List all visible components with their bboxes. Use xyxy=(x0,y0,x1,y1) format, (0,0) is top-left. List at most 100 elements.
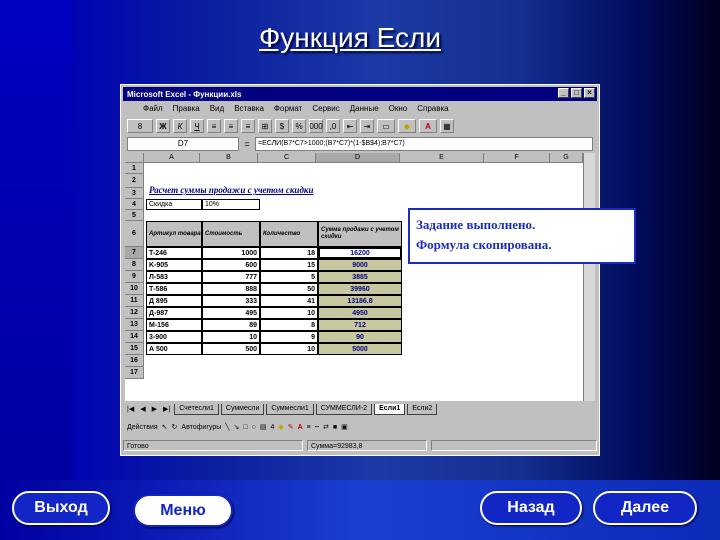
rectangle-icon[interactable]: □ xyxy=(243,424,247,431)
outdent-icon[interactable]: ⇥ xyxy=(360,119,374,133)
next-button[interactable]: Далее xyxy=(593,491,697,525)
font-color-icon[interactable]: A xyxy=(419,119,437,133)
col-header-a[interactable]: A xyxy=(144,153,200,163)
fill-color-icon[interactable]: ◆ xyxy=(398,119,416,133)
arrow-style-icon[interactable]: ⇄ xyxy=(323,423,329,431)
col-header-f[interactable]: F xyxy=(484,153,550,163)
textbox-icon[interactable]: ▤ xyxy=(260,423,267,431)
row-header-8[interactable]: 8 xyxy=(125,259,144,271)
table-row-5-article[interactable]: Д 895 xyxy=(146,295,202,307)
row-header-4[interactable]: 4 xyxy=(125,199,144,210)
arrow-icon[interactable]: ↘ xyxy=(233,423,239,431)
menu-help[interactable]: Справка xyxy=(417,104,448,113)
table-row-3-price[interactable]: 777 xyxy=(202,271,260,283)
col-header-b[interactable]: B xyxy=(200,153,258,163)
col-header-d[interactable]: D xyxy=(316,153,400,163)
header-quantity[interactable]: Количество xyxy=(260,221,318,247)
table-row-2-qty[interactable]: 15 xyxy=(260,259,318,271)
table-row-9-price[interactable]: 500 xyxy=(202,343,260,355)
table-row-4-sum[interactable]: 39960 xyxy=(318,283,402,295)
tab-next-icon[interactable]: ▶ xyxy=(150,405,159,413)
menu-data[interactable]: Данные xyxy=(350,104,379,113)
row-header-1[interactable]: 1 xyxy=(125,163,144,174)
row-header-15[interactable]: 15 xyxy=(125,343,144,355)
row-header-6[interactable]: 6 xyxy=(125,221,144,247)
menu-button[interactable]: Меню xyxy=(133,494,233,527)
table-row-6-price[interactable]: 495 xyxy=(202,307,260,319)
line-color-icon[interactable]: ✎ xyxy=(288,423,294,431)
row-header-7[interactable]: 7 xyxy=(125,247,144,259)
table-row-7-price[interactable]: 89 xyxy=(202,319,260,331)
vertical-scrollbar[interactable] xyxy=(583,153,595,401)
discount-label-cell[interactable]: Скидка xyxy=(146,199,202,210)
table-row-1-qty[interactable]: 18 xyxy=(260,247,318,259)
menu-edit[interactable]: Правка xyxy=(173,104,200,113)
wordart-icon[interactable]: 4 xyxy=(270,424,274,431)
align-center-icon[interactable]: ≡ xyxy=(224,119,238,133)
oval-icon[interactable]: ○ xyxy=(252,424,256,431)
table-row-2-sum[interactable]: 9000 xyxy=(318,259,402,271)
row-header-12[interactable]: 12 xyxy=(125,307,144,319)
underline-button[interactable]: Ч xyxy=(190,119,204,133)
row-header-3[interactable]: 3 xyxy=(125,188,144,199)
table-row-3-qty[interactable]: 5 xyxy=(260,271,318,283)
table-row-7-sum[interactable]: 712 xyxy=(318,319,402,331)
tab-summesli1[interactable]: Суммесли1 xyxy=(266,403,314,415)
table-row-9-article[interactable]: А 500 xyxy=(146,343,202,355)
line-icon[interactable]: ╲ xyxy=(225,423,229,431)
row-header-14[interactable]: 14 xyxy=(125,331,144,343)
table-row-5-sum[interactable]: 13186.8 xyxy=(318,295,402,307)
back-button[interactable]: Назад xyxy=(480,491,582,525)
currency-icon[interactable]: $ xyxy=(275,119,289,133)
rotate-icon[interactable]: ↻ xyxy=(172,423,178,431)
minimize-icon[interactable]: _ xyxy=(558,88,569,98)
table-row-4-qty[interactable]: 50 xyxy=(260,283,318,295)
header-price[interactable]: Стоимость xyxy=(202,221,260,247)
draw-actions-button[interactable]: Действия xyxy=(127,424,158,431)
select-all-corner[interactable] xyxy=(125,153,144,163)
menu-insert[interactable]: Вставка xyxy=(234,104,264,113)
row-header-10[interactable]: 10 xyxy=(125,283,144,295)
table-row-3-sum[interactable]: 3885 xyxy=(318,271,402,283)
row-header-9[interactable]: 9 xyxy=(125,271,144,283)
tab-prev-icon[interactable]: ◀ xyxy=(138,405,147,413)
menu-window[interactable]: Окно xyxy=(389,104,408,113)
table-row-6-qty[interactable]: 10 xyxy=(260,307,318,319)
table-row-3-article[interactable]: Л-583 xyxy=(146,271,202,283)
decimal-icon[interactable]: ,0 xyxy=(326,119,340,133)
tab-esli1[interactable]: Если1 xyxy=(374,403,406,415)
menu-view[interactable]: Вид xyxy=(210,104,224,113)
table-row-7-qty[interactable]: 8 xyxy=(260,319,318,331)
thousands-icon[interactable]: 000 xyxy=(309,119,323,133)
discount-value-cell[interactable]: 10% xyxy=(202,199,260,210)
shadow-icon[interactable]: ■ xyxy=(333,424,337,431)
merge-cells-icon[interactable]: ⊞ xyxy=(258,119,272,133)
dash-style-icon[interactable]: ┅ xyxy=(315,423,319,431)
table-row-1-price[interactable]: 1000 xyxy=(202,247,260,259)
header-sum[interactable]: Сумма продажи с учетом скидки xyxy=(318,221,402,247)
col-header-c[interactable]: C xyxy=(258,153,316,163)
table-row-1-sum-active[interactable]: 16200 xyxy=(318,247,402,259)
formula-input[interactable]: =ЕСЛИ(B7*C7>1000;(B7*C7)*(1-$B$4);B7*C7) xyxy=(255,137,593,151)
table-row-5-qty[interactable]: 41 xyxy=(260,295,318,307)
row-header-2[interactable]: 2 xyxy=(125,174,144,188)
table-row-1-article[interactable]: T-246 xyxy=(146,247,202,259)
maximize-icon[interactable]: □ xyxy=(571,88,582,98)
autoshapes-button[interactable]: Автофигуры xyxy=(181,424,221,431)
align-left-icon[interactable]: ≡ xyxy=(207,119,221,133)
indent-icon[interactable]: ⇤ xyxy=(343,119,357,133)
name-box[interactable]: D7 xyxy=(127,137,239,151)
table-row-8-article[interactable]: 3-900 xyxy=(146,331,202,343)
tab-first-icon[interactable]: |◀ xyxy=(125,405,136,413)
tab-schetesli1[interactable]: Счетесли1 xyxy=(174,403,219,415)
table-row-4-price[interactable]: 888 xyxy=(202,283,260,295)
table-row-5-price[interactable]: 333 xyxy=(202,295,260,307)
table-row-9-qty[interactable]: 10 xyxy=(260,343,318,355)
tab-esli2[interactable]: Если2 xyxy=(407,403,438,415)
menu-file[interactable]: Файл xyxy=(143,104,163,113)
align-right-icon[interactable]: ≡ xyxy=(241,119,255,133)
header-article[interactable]: Артикул товара xyxy=(146,221,202,247)
line-style-icon[interactable]: ≡ xyxy=(307,424,311,431)
row-header-17[interactable]: 17 xyxy=(125,367,144,379)
fill-icon[interactable]: ◆ xyxy=(278,423,283,431)
